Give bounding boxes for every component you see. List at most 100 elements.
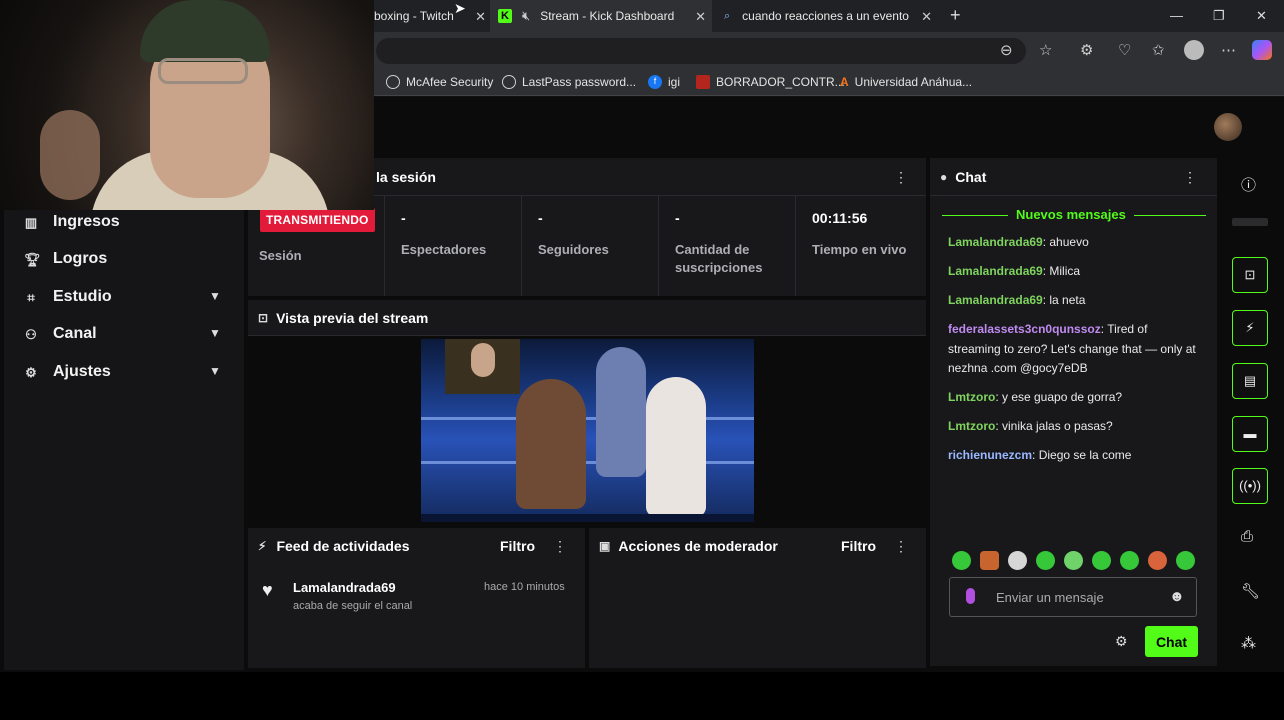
emote-icon[interactable] [1120,551,1139,570]
sidebar-item-canal[interactable]: ⚇ Canal [24,325,97,343]
stream-preview-video[interactable] [421,339,754,522]
camera-icon: ⊡ [1244,267,1256,282]
chat-header: ● Chat [930,158,1217,196]
rail-button-notes[interactable]: ▤ [1232,363,1268,399]
tab-twitch[interactable]: boxing - Twitch ✕ [374,0,486,32]
right-tool-rail: ⓘ ⊡ ⚡︎ ▤ ▬ ((•)) ⎙ 🔧︎ ⁂ [1221,160,1277,665]
search-icon: ⌕ [724,9,731,22]
sidebar-item-label: Estudio [53,288,112,305]
tab-title: cuando reacciones a un evento e [742,9,911,23]
chat-username[interactable]: federalassets3cn0qunssoz [948,322,1101,336]
emote-icon[interactable] [952,551,971,570]
trophy-icon: 🏆︎ [24,252,41,267]
sidebar-item-logros[interactable]: 🏆︎ Logros [24,250,107,268]
info-icon[interactable]: ⓘ [1241,174,1256,195]
chat-message: Lamalandrada69: ahuevo [948,233,1198,253]
chat-username[interactable]: Lmtzoro [948,390,995,404]
bookmark-lastpass[interactable]: LastPass password... [502,75,636,89]
emoji-icon[interactable]: ☻ [1169,588,1185,605]
kebab-menu-icon[interactable]: ⋮ [894,169,908,186]
chat-settings-gear-icon[interactable]: ⚙ [1115,633,1128,650]
kebab-menu-icon[interactable]: ⋮ [553,538,567,555]
lightning-icon: ⚡︎ [258,539,267,553]
rail-button-chat[interactable]: ▬ [1232,416,1268,452]
sidebar-item-ingresos[interactable]: ▥ Ingresos [24,213,120,231]
minimize-icon[interactable]: — [1170,8,1183,23]
wrench-icon[interactable]: 🔧︎ [1241,582,1260,600]
emote-icon[interactable] [1092,551,1111,570]
sidebar-item-label: Canal [53,325,97,342]
kebab-menu-icon[interactable]: ⋮ [1183,169,1197,186]
new-tab-button[interactable]: + [950,5,961,26]
activity-user[interactable]: Lamalandrada69 [293,580,396,595]
new-messages-label: Nuevos mensajes [1008,207,1134,222]
video-progress-bar[interactable] [421,514,754,522]
performance-icon[interactable]: ♡ [1118,41,1131,59]
emote-icon[interactable] [1148,551,1167,570]
close-icon[interactable]: ✕ [475,9,486,25]
bookmark-anahuac[interactable]: A Universidad Anáhua... [840,75,972,89]
lightning-icon: ⚡︎ [1245,320,1255,335]
chevron-down-icon[interactable]: ▼ [209,364,221,378]
bookmark-label: BORRADOR_CONTR... [716,75,845,89]
bookmark-igi[interactable]: f igi [648,75,680,89]
chat-text: : Diego se la come [1032,448,1132,462]
reader-icon[interactable]: ⊖ [1000,41,1013,59]
filter-button[interactable]: Filtro [841,538,876,554]
close-icon[interactable]: ✕ [921,9,932,25]
rail-button-lightning[interactable]: ⚡︎ [1232,310,1268,346]
tab-title: Stream - Kick Dashboard [540,9,675,23]
chevron-down-icon[interactable]: ▼ [209,289,221,303]
panel-title: Chat [955,168,987,185]
emote-icon[interactable] [980,551,999,570]
url-field[interactable] [376,38,1026,64]
close-icon[interactable]: ✕ [695,9,706,25]
bookmark-mcafee[interactable]: McAfee Security [386,75,493,89]
close-window-icon[interactable]: ✕ [1256,8,1267,24]
restore-icon[interactable]: ❐ [1213,8,1225,24]
emote-icon[interactable] [1008,551,1027,570]
bookmark-borrador[interactable]: BORRADOR_CONTR... [696,75,845,89]
chat-username[interactable]: richienunezcm [948,448,1032,462]
chat-username[interactable]: Lamalandrada69 [948,235,1043,249]
shield-icon: ▣ [599,539,611,553]
printer-icon[interactable]: ⎙ [1241,528,1253,545]
chat-username[interactable]: Lamalandrada69 [948,293,1043,307]
chat-message: Lamalandrada69: la neta [948,291,1198,311]
panel-title: la sesión [376,168,436,185]
user-avatar[interactable] [1214,113,1242,141]
tab-search[interactable]: ⌕ cuando reacciones a un evento e ✕ [716,0,934,32]
activity-time: hace 10 minutos [484,581,565,593]
copilot-icon[interactable] [1252,40,1272,60]
chat-username[interactable]: Lamalandrada69 [948,264,1043,278]
chat-message-input[interactable] [996,587,1166,607]
rail-button-camera[interactable]: ⊡ [1232,257,1268,293]
boxer-figure [646,377,706,517]
tab-kick-dashboard[interactable]: K 🔇︎ Stream - Kick Dashboard ✕ [490,0,712,32]
chevron-down-icon[interactable]: ▼ [209,326,221,340]
emote-icon[interactable] [1176,551,1195,570]
send-chat-button[interactable]: Chat [1145,626,1198,657]
profile-avatar[interactable] [1184,40,1204,60]
emote-icon[interactable] [1064,551,1083,570]
emote-icon[interactable] [1036,551,1055,570]
sidebar-item-estudio[interactable]: ⌗ Estudio [24,288,112,306]
microphone-icon[interactable] [966,588,975,604]
kebab-menu-icon[interactable]: ⋮ [894,538,908,555]
star-icon[interactable]: ☆ [1039,41,1052,59]
chat-username[interactable]: Lmtzoro [948,419,995,433]
muted-speaker-icon[interactable]: 🔇︎ [522,8,530,24]
preview-header: ⊡ Vista previa del stream [248,300,926,336]
globe-icon [386,75,400,89]
connections-icon[interactable]: ⁂ [1241,634,1256,652]
extensions-icon[interactable]: ⚙ [1080,41,1093,59]
favorites-icon[interactable]: ✩ [1152,41,1165,59]
chat-message: richienunezcm: Diego se la come [948,446,1198,466]
more-menu-icon[interactable]: ⋯ [1221,41,1236,59]
filter-button[interactable]: Filtro [500,538,535,554]
sidebar-item-ajustes[interactable]: ⚙ Ajustes [24,363,111,381]
rail-button-broadcast[interactable]: ((•)) [1232,468,1268,504]
sidebar: ▥ Ingresos 🏆︎ Logros ⌗ Estudio ▼ ⚇ Canal ▼ ⚙… [4,210,244,670]
chat-text: : vinika jalas o pasas? [995,419,1113,433]
chat-message: Lamalandrada69: Milica [948,262,1198,282]
